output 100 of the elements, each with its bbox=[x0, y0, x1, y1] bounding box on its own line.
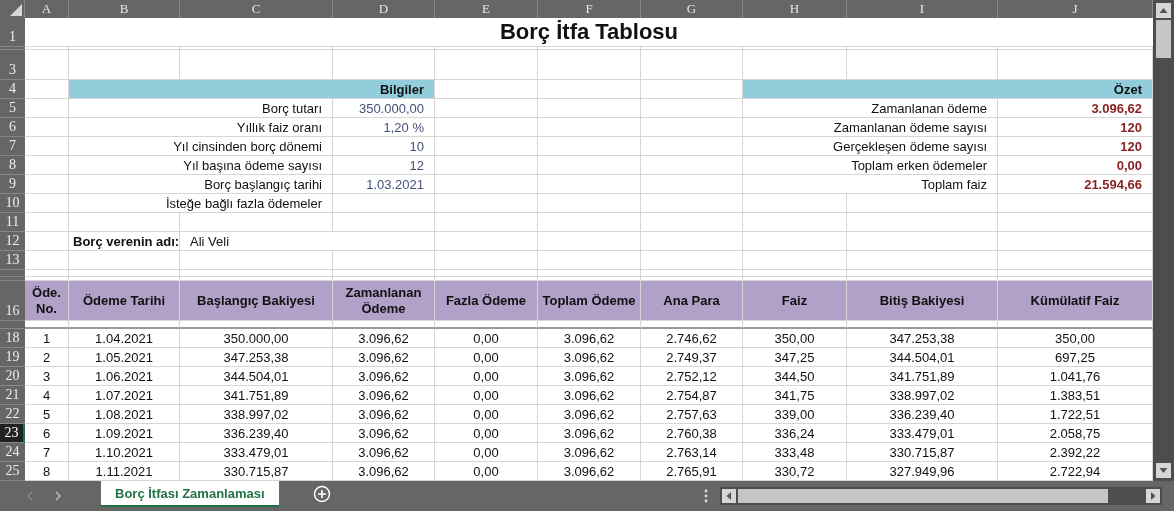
row-header[interactable]: 6 bbox=[0, 118, 25, 137]
empty-cell[interactable] bbox=[435, 213, 538, 232]
empty-cell[interactable] bbox=[743, 321, 847, 329]
empty-cell[interactable] bbox=[641, 251, 743, 270]
empty-cell[interactable] bbox=[847, 47, 998, 50]
empty-cell[interactable] bbox=[641, 213, 743, 232]
scroll-down-icon[interactable] bbox=[1156, 463, 1171, 478]
empty-cell[interactable] bbox=[435, 175, 538, 194]
empty-cell[interactable] bbox=[538, 175, 641, 194]
select-all-icon[interactable] bbox=[10, 4, 22, 16]
empty-cell[interactable] bbox=[333, 47, 435, 50]
empty-cell[interactable] bbox=[435, 270, 538, 277]
vertical-scrollbar[interactable] bbox=[1153, 0, 1174, 481]
row-header[interactable]: 5 bbox=[0, 99, 25, 118]
empty-cell[interactable] bbox=[998, 270, 1153, 277]
empty-cell[interactable] bbox=[641, 270, 743, 277]
row-header[interactable]: 10 bbox=[0, 194, 25, 213]
empty-cell[interactable] bbox=[435, 232, 538, 251]
empty-cell[interactable] bbox=[998, 47, 1153, 50]
row-header[interactable] bbox=[0, 321, 25, 329]
add-sheet-icon[interactable] bbox=[312, 485, 331, 503]
row-header[interactable]: 1 bbox=[0, 18, 25, 47]
column-header[interactable]: C bbox=[180, 0, 333, 18]
scroll-thumb[interactable] bbox=[738, 489, 1108, 503]
empty-cell[interactable] bbox=[435, 251, 538, 270]
empty-cell[interactable] bbox=[435, 321, 538, 329]
scroll-left-icon[interactable] bbox=[722, 489, 736, 503]
empty-cell[interactable] bbox=[538, 321, 641, 329]
row-header[interactable]: 21 bbox=[0, 386, 25, 405]
empty-cell[interactable] bbox=[180, 213, 333, 232]
empty-cell[interactable] bbox=[435, 156, 538, 175]
empty-cell[interactable] bbox=[641, 50, 743, 80]
empty-cell[interactable] bbox=[998, 321, 1153, 329]
empty-cell[interactable] bbox=[435, 47, 538, 50]
empty-cell[interactable] bbox=[743, 213, 847, 232]
column-header[interactable]: H bbox=[743, 0, 847, 18]
scroll-up-icon[interactable] bbox=[1156, 3, 1171, 18]
empty-cell[interactable] bbox=[743, 232, 847, 251]
empty-cell[interactable] bbox=[435, 137, 538, 156]
row-header[interactable] bbox=[0, 47, 25, 50]
empty-cell[interactable] bbox=[69, 270, 180, 277]
empty-cell[interactable] bbox=[641, 99, 743, 118]
empty-cell[interactable] bbox=[435, 50, 538, 80]
empty-cell[interactable] bbox=[847, 213, 998, 232]
row-header[interactable]: 7 bbox=[0, 137, 25, 156]
empty-cell[interactable] bbox=[69, 213, 180, 232]
empty-cell[interactable] bbox=[538, 118, 641, 137]
row-header[interactable]: 13 bbox=[0, 251, 25, 270]
sheet-tab[interactable]: Borç İtfası Zamanlaması bbox=[101, 481, 279, 507]
empty-cell[interactable] bbox=[743, 47, 847, 50]
empty-cell[interactable] bbox=[743, 270, 847, 277]
more-options-icon[interactable] bbox=[704, 489, 708, 503]
empty-cell[interactable] bbox=[538, 47, 641, 50]
empty-cell[interactable] bbox=[180, 270, 333, 277]
empty-cell[interactable] bbox=[847, 194, 998, 213]
empty-cell[interactable] bbox=[538, 213, 641, 232]
horizontal-scrollbar[interactable] bbox=[720, 487, 1162, 505]
empty-cell[interactable] bbox=[641, 118, 743, 137]
row-header[interactable]: 12 bbox=[0, 232, 25, 251]
row-header[interactable]: 23 bbox=[0, 424, 25, 443]
column-header[interactable]: I bbox=[847, 0, 998, 18]
column-header[interactable]: G bbox=[641, 0, 743, 18]
row-header[interactable] bbox=[0, 270, 25, 277]
row-header[interactable]: 11 bbox=[0, 213, 25, 232]
empty-cell[interactable] bbox=[641, 321, 743, 329]
empty-cell[interactable] bbox=[180, 321, 333, 329]
empty-cell[interactable] bbox=[333, 213, 435, 232]
row-header[interactable]: 8 bbox=[0, 156, 25, 175]
empty-cell[interactable] bbox=[538, 137, 641, 156]
empty-cell[interactable] bbox=[641, 47, 743, 50]
row-header[interactable]: 19 bbox=[0, 348, 25, 367]
empty-cell[interactable] bbox=[538, 270, 641, 277]
column-header[interactable]: F bbox=[538, 0, 641, 18]
empty-cell[interactable] bbox=[641, 156, 743, 175]
row-header[interactable]: 22 bbox=[0, 405, 25, 424]
empty-cell[interactable] bbox=[333, 194, 435, 213]
empty-cell[interactable] bbox=[743, 251, 847, 270]
empty-cell[interactable] bbox=[180, 251, 333, 270]
empty-cell[interactable] bbox=[333, 321, 435, 329]
row-header[interactable] bbox=[0, 277, 25, 281]
scroll-thumb[interactable] bbox=[1156, 20, 1171, 58]
empty-cell[interactable] bbox=[538, 194, 641, 213]
empty-cell[interactable] bbox=[69, 251, 180, 270]
scroll-right-icon[interactable] bbox=[1146, 489, 1160, 503]
empty-cell[interactable] bbox=[180, 47, 333, 50]
empty-cell[interactable] bbox=[538, 232, 641, 251]
row-header[interactable]: 16 bbox=[0, 281, 25, 321]
empty-cell[interactable] bbox=[69, 321, 180, 329]
next-sheet-icon[interactable] bbox=[54, 491, 62, 501]
previous-sheet-icon[interactable] bbox=[26, 491, 34, 501]
empty-cell[interactable] bbox=[847, 321, 998, 329]
row-header[interactable]: 9 bbox=[0, 175, 25, 194]
empty-cell[interactable] bbox=[435, 99, 538, 118]
column-header[interactable]: E bbox=[435, 0, 538, 18]
empty-cell[interactable] bbox=[538, 80, 641, 99]
empty-cell[interactable] bbox=[435, 118, 538, 137]
empty-cell[interactable] bbox=[538, 156, 641, 175]
empty-cell[interactable] bbox=[641, 194, 743, 213]
empty-cell[interactable] bbox=[333, 251, 435, 270]
empty-cell[interactable] bbox=[847, 270, 998, 277]
